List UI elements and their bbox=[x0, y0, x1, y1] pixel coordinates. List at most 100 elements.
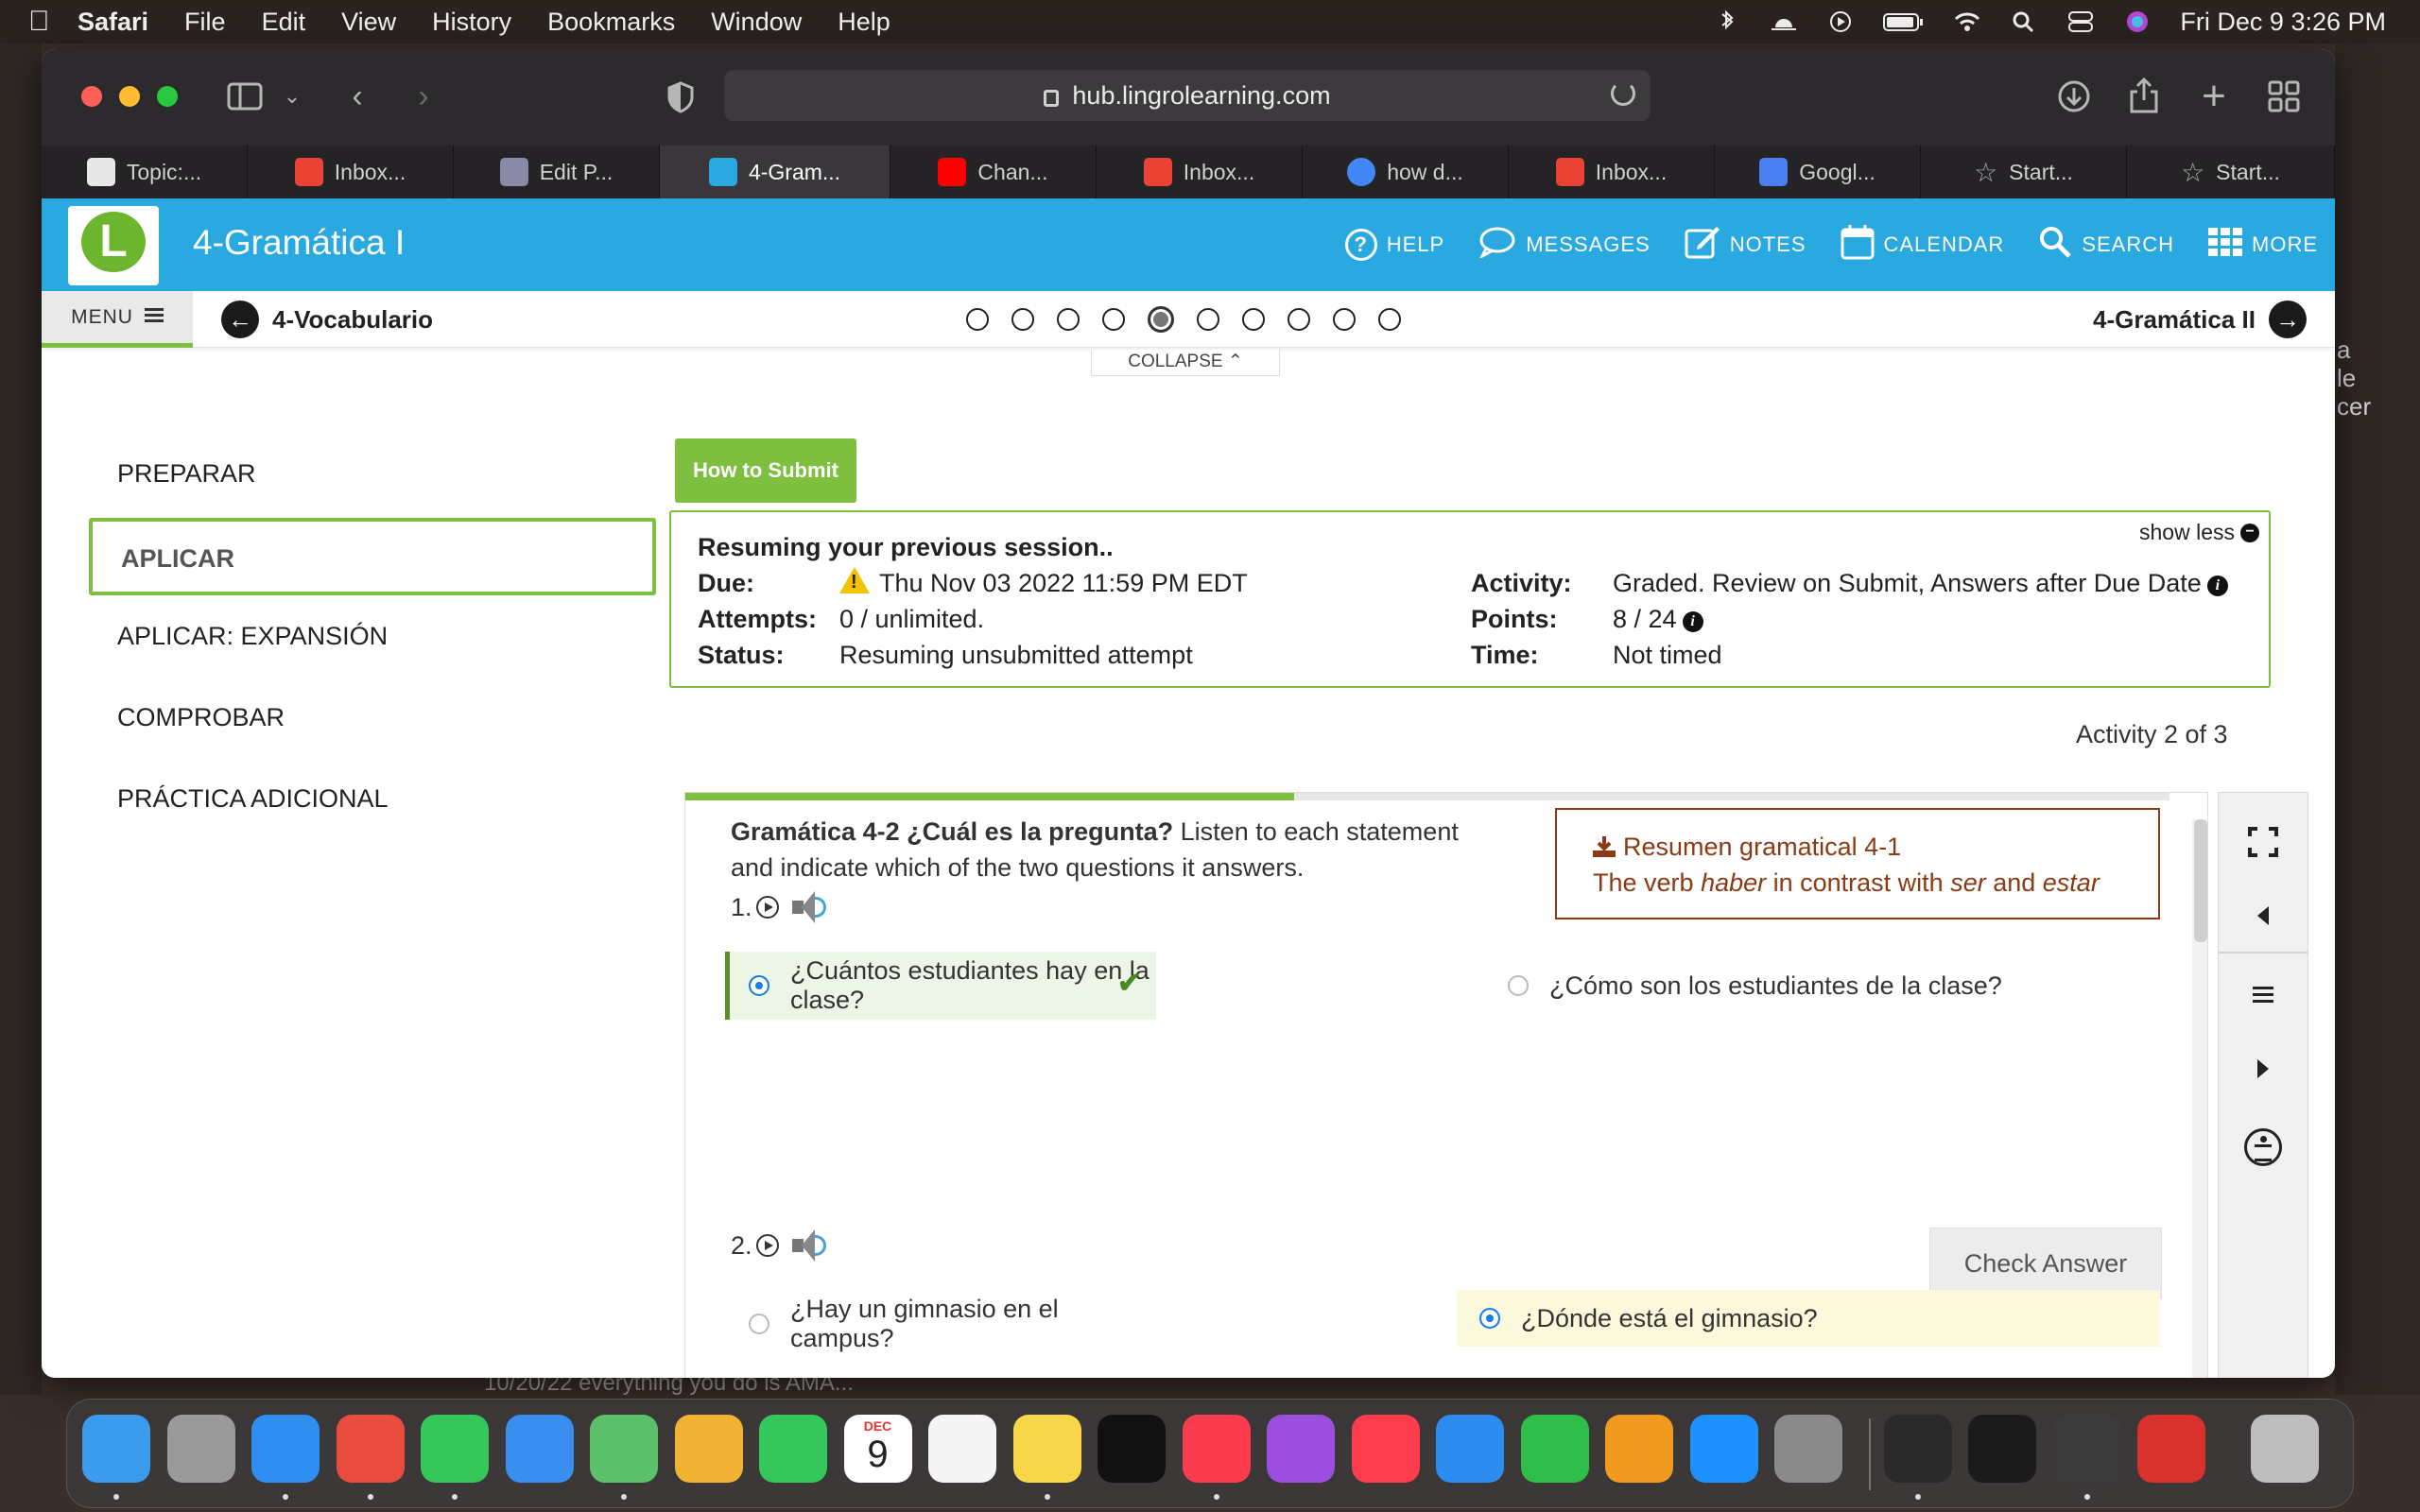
question-2-option-a[interactable]: ¿Hay un gimnasio en el campus? bbox=[725, 1290, 1156, 1358]
tab-topic[interactable]: Topic:... bbox=[42, 146, 248, 198]
tab-google-search[interactable]: how d... bbox=[1303, 146, 1509, 198]
sidebar-item-preparar[interactable]: PREPARAR bbox=[117, 459, 256, 489]
speaker-icon[interactable] bbox=[791, 891, 830, 923]
notes-app-icon[interactable] bbox=[1012, 1415, 1081, 1483]
grammar-summary-link[interactable]: Resumen gramatical 4-1 The verb haber in… bbox=[1555, 808, 2160, 919]
quicktime-icon[interactable] bbox=[1883, 1415, 1952, 1483]
tab-google-docs[interactable]: Googl... bbox=[1715, 146, 1921, 198]
how-to-submit-button[interactable]: How to Submit bbox=[675, 438, 856, 503]
close-window-button[interactable] bbox=[81, 86, 102, 107]
question-1-option-b[interactable]: ¿Cómo son los estudiantes de la clase? bbox=[1487, 952, 2092, 1020]
info-icon[interactable]: i bbox=[2206, 576, 2228, 596]
chrome-icon[interactable] bbox=[336, 1415, 405, 1483]
check-answer-button[interactable]: Check Answer bbox=[1929, 1228, 2162, 1299]
tab-edit-page[interactable]: Edit P... bbox=[454, 146, 660, 198]
numbers-icon[interactable] bbox=[1520, 1415, 1589, 1483]
page-dot[interactable] bbox=[1288, 308, 1310, 331]
menubar-clock[interactable]: Fri Dec 9 3:26 PM bbox=[2180, 8, 2386, 37]
apple-menu-icon[interactable]:  bbox=[28, 6, 78, 38]
fullscreen-icon[interactable] bbox=[2219, 814, 2308, 870]
menu-edit[interactable]: Edit bbox=[262, 8, 306, 37]
facetime-icon[interactable] bbox=[759, 1415, 827, 1483]
control-center-icon[interactable] bbox=[2066, 10, 2095, 33]
list-icon[interactable] bbox=[2219, 967, 2308, 1023]
radio-selected[interactable] bbox=[1479, 1308, 1500, 1329]
battery-icon[interactable] bbox=[1883, 10, 1925, 33]
minimize-window-button[interactable] bbox=[119, 86, 140, 107]
page-dot[interactable] bbox=[1197, 308, 1219, 331]
nav-help[interactable]: ? HELP bbox=[1344, 229, 1444, 261]
messages-app-icon[interactable] bbox=[421, 1415, 489, 1483]
siri-icon[interactable] bbox=[2123, 10, 2152, 33]
tab-gmail-inbox-3[interactable]: Inbox... bbox=[1509, 146, 1715, 198]
keynote-icon[interactable] bbox=[1436, 1415, 1504, 1483]
maps-icon[interactable] bbox=[590, 1415, 658, 1483]
calendar-app-icon[interactable]: DEC 9 bbox=[843, 1415, 912, 1483]
tab-gramatica-active[interactable]: 4-Gram... bbox=[660, 146, 890, 198]
back-button[interactable]: ‹ bbox=[338, 76, 376, 117]
mail-icon[interactable] bbox=[505, 1415, 574, 1483]
forward-button[interactable]: › bbox=[405, 76, 442, 117]
pages-icon[interactable] bbox=[1605, 1415, 1673, 1483]
next-activity-icon[interactable] bbox=[2219, 1040, 2308, 1097]
share-icon[interactable] bbox=[2123, 76, 2165, 117]
zoom-window-button[interactable] bbox=[157, 86, 178, 107]
app-store-icon[interactable] bbox=[1689, 1415, 1758, 1483]
page-dot[interactable] bbox=[1057, 308, 1080, 331]
nav-more[interactable]: MORE bbox=[2208, 228, 2318, 262]
play-icon[interactable] bbox=[755, 1234, 779, 1257]
scrollbar-thumb[interactable] bbox=[2194, 819, 2207, 942]
reload-icon[interactable] bbox=[1611, 81, 1635, 106]
launchpad-icon[interactable] bbox=[166, 1415, 235, 1483]
next-lesson-link[interactable]: 4-Gramática II → bbox=[2093, 301, 2307, 338]
play-icon[interactable] bbox=[755, 896, 779, 919]
menu-file[interactable]: File bbox=[184, 8, 226, 37]
bluetooth-icon[interactable] bbox=[1713, 9, 1741, 33]
music-icon[interactable] bbox=[1182, 1415, 1251, 1483]
trash-icon[interactable] bbox=[2250, 1415, 2319, 1483]
menu-history[interactable]: History bbox=[432, 8, 511, 37]
now-playing-icon[interactable] bbox=[1826, 10, 1855, 33]
menu-help[interactable]: Help bbox=[838, 8, 890, 37]
tab-start-page-2[interactable]: ☆ Start... bbox=[2127, 146, 2335, 198]
tab-start-page-1[interactable]: ☆ Start... bbox=[1921, 146, 2127, 198]
menu-button[interactable]: MENU bbox=[42, 291, 193, 348]
page-dot-current[interactable] bbox=[1148, 306, 1174, 333]
nav-notes[interactable]: NOTES bbox=[1685, 225, 1806, 265]
chevron-down-icon[interactable]: ⌄ bbox=[278, 76, 306, 117]
sidebar-item-aplicar-expansion[interactable]: APLICAR: EXPANSIÓN bbox=[117, 622, 388, 651]
previous-activity-icon[interactable] bbox=[2219, 887, 2308, 944]
page-dot[interactable] bbox=[1242, 308, 1265, 331]
sidebar-item-practica-adicional[interactable]: PRÁCTICA ADICIONAL bbox=[117, 784, 389, 814]
reminders-icon[interactable] bbox=[928, 1415, 996, 1483]
lingro-logo[interactable]: L bbox=[68, 206, 159, 285]
tab-youtube-channel[interactable]: Chan... bbox=[890, 146, 1097, 198]
accessibility-icon[interactable] bbox=[2219, 1118, 2308, 1175]
nav-search[interactable]: SEARCH bbox=[2038, 225, 2174, 265]
safari-icon[interactable] bbox=[251, 1415, 320, 1483]
tab-gmail-inbox-1[interactable]: Inbox... bbox=[248, 146, 454, 198]
podcasts-icon[interactable] bbox=[1267, 1415, 1335, 1483]
show-less-toggle[interactable]: show less − bbox=[2139, 520, 2259, 545]
sidebar-item-comprobar[interactable]: COMPROBAR bbox=[117, 703, 285, 732]
brightness-icon[interactable] bbox=[1770, 10, 1798, 33]
page-dot[interactable] bbox=[1102, 308, 1125, 331]
radio-unselected[interactable] bbox=[1508, 975, 1529, 996]
page-dot[interactable] bbox=[966, 308, 989, 331]
page-dot[interactable] bbox=[1378, 308, 1401, 331]
collapse-button[interactable]: COLLAPSE ⌃ bbox=[1091, 350, 1280, 376]
photo-booth-icon[interactable] bbox=[2137, 1415, 2205, 1483]
wifi-icon[interactable] bbox=[1953, 10, 1981, 33]
photos-icon[interactable] bbox=[674, 1415, 743, 1483]
activity-scrollbar[interactable] bbox=[2192, 819, 2207, 1378]
menu-window[interactable]: Window bbox=[711, 8, 802, 37]
previous-lesson-link[interactable]: ← 4-Vocabulario bbox=[221, 301, 433, 338]
activity-monitor-icon[interactable] bbox=[1968, 1415, 2036, 1483]
privacy-shield-icon[interactable] bbox=[662, 76, 700, 117]
radio-unselected[interactable] bbox=[749, 1314, 769, 1334]
finder-icon[interactable] bbox=[82, 1415, 150, 1483]
page-dot[interactable] bbox=[1011, 308, 1034, 331]
nav-calendar[interactable]: CALENDAR bbox=[1841, 224, 2005, 266]
sidebar-item-aplicar[interactable]: APLICAR bbox=[89, 518, 656, 595]
page-dot[interactable] bbox=[1333, 308, 1356, 331]
